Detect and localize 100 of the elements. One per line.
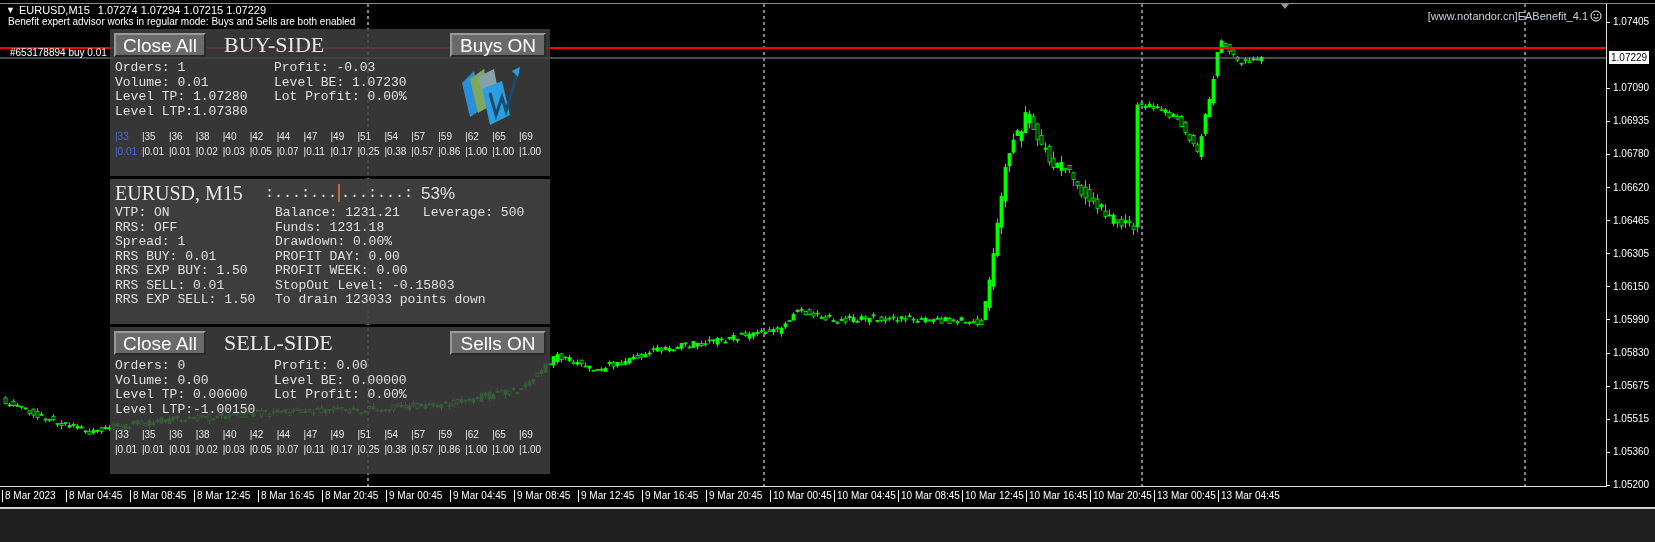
lot-text: |0.05	[249, 443, 272, 457]
step-text: |57	[411, 428, 426, 442]
lot-text: |0.57	[411, 443, 434, 457]
lot-text: |0.25	[357, 145, 380, 159]
lot-text: |1.00	[492, 145, 515, 159]
step-text: |47	[303, 428, 318, 442]
stat-text: Level LTP:1.07380	[115, 104, 249, 119]
lot-text: |0.02	[195, 145, 218, 159]
percent-text: 53%	[421, 184, 456, 202]
lot-text: |1.00	[465, 443, 488, 457]
ohlc-text: 1.07274 1.07294 1.07215 1.07229	[97, 3, 267, 17]
step-text: |42	[249, 428, 264, 442]
stat-text: Volume: 0.00	[115, 373, 210, 388]
time-label: 10 Mar 00:45	[770, 490, 832, 502]
step-text: |62	[465, 130, 479, 144]
stat-text: Profit: 0.00	[274, 359, 369, 374]
lot-text: |0.57	[411, 145, 434, 159]
price-label: 1.05515	[1613, 413, 1650, 426]
order-label: #653178894 buy 0.01	[10, 47, 107, 59]
time-label: 9 Mar 04:45	[450, 490, 507, 502]
lot-text: |0.11	[303, 145, 325, 159]
price-label: 1.07090	[1613, 82, 1650, 95]
step-text: |38	[195, 428, 210, 442]
lot-text: |0.01	[168, 145, 191, 159]
panel-title: BUY-SIDE	[224, 34, 325, 56]
lot-text: |0.03	[222, 145, 245, 159]
progress-text: :...:...	[265, 185, 337, 201]
stat-text: RRS EXP SELL: 1.50	[115, 293, 257, 308]
step-text: |57	[411, 130, 426, 144]
time-label: 10 Mar 08:45	[898, 490, 960, 502]
price-label: 1.06620	[1613, 181, 1650, 194]
price-label: 1.07405	[1613, 16, 1650, 28]
time-label: 9 Mar 16:45	[642, 490, 699, 502]
time-label: 8 Mar 16:45	[258, 490, 315, 502]
step-text: |49	[330, 428, 345, 442]
lot-text: |0.07	[276, 145, 299, 159]
step-text: |33	[115, 130, 129, 144]
buys-toggle-button[interactable]: Buys ON	[450, 33, 546, 57]
step-text: |35	[141, 428, 156, 442]
lot-text: |0.38	[384, 145, 407, 159]
close-all-button[interactable]: Close All	[114, 331, 206, 355]
stat-text: Lot Profit: 0.00%	[274, 388, 407, 403]
stat-text: Lot Profit: 0.00%	[274, 90, 407, 105]
step-text: |69	[519, 428, 533, 442]
lot-text: |1.00	[492, 443, 515, 457]
step-text: |51	[357, 130, 372, 144]
sells-toggle-button[interactable]: Sells ON	[450, 331, 546, 355]
lot-text: |0.86	[438, 145, 461, 159]
step-text: |62	[465, 428, 479, 442]
panel-title: SELL-SIDE	[224, 332, 333, 354]
lot-text: |0.01	[115, 145, 138, 159]
step-text: |40	[222, 130, 237, 144]
stat-text: RRS BUY: 0.01	[115, 249, 218, 264]
time-label: 8 Mar 2023	[2, 490, 56, 502]
step-text: |49	[330, 130, 345, 144]
stat-text: Orders: 0	[115, 359, 187, 374]
price-label: 1.06150	[1613, 280, 1650, 293]
stat-text: Level TP: 1.07280	[115, 90, 249, 105]
lot-text: |0.11	[303, 443, 325, 457]
status-text: Benefit expert advisor works in regular mode: Buys and Sells are both enabled	[8, 16, 356, 28]
stat-text: PROFIT WEEK: 0.00	[275, 264, 408, 279]
stat-text: VTP: ON	[115, 206, 171, 221]
lot-text: |0.07	[276, 443, 299, 457]
step-text: |42	[249, 130, 264, 144]
stat-text: Level BE: 1.07230	[274, 75, 407, 90]
step-text: |65	[492, 428, 506, 442]
lot-text: |0.01	[141, 443, 164, 457]
collapse-arrow[interactable]: ▼	[6, 3, 15, 17]
progress-text: ...:...:	[341, 185, 414, 201]
step-text: |47	[303, 130, 318, 144]
stat-text: Volume: 0.01	[115, 75, 210, 90]
price-label: 1.06780	[1613, 148, 1650, 161]
stat-text: Level BE: 0.00000	[274, 373, 407, 388]
step-text: |38	[195, 130, 210, 144]
price-label: 1.05200	[1613, 479, 1650, 492]
lot-text: |0.05	[249, 145, 272, 159]
step-text: |65	[492, 130, 506, 144]
lot-text: |0.02	[195, 443, 218, 457]
stat-text: Leverage: 500	[422, 206, 525, 221]
stat-text: Orders: 1	[115, 61, 187, 76]
close-all-button[interactable]: Close All	[114, 33, 206, 57]
time-label: 9 Mar 00:45	[386, 490, 443, 502]
current-price-label: 1.07229	[1609, 51, 1650, 64]
lot-text: |0.01	[115, 443, 138, 457]
stat-text: To drain 123033 points down	[275, 293, 486, 308]
price-label: 1.05990	[1613, 313, 1650, 326]
step-text: |54	[384, 130, 399, 144]
price-label: 1.06465	[1613, 214, 1650, 227]
time-label: 13 Mar 00:45	[1154, 490, 1216, 502]
time-label: 8 Mar 12:45	[194, 490, 251, 502]
stat-text: Funds: 1231.18	[275, 220, 385, 235]
price-label: 1.06305	[1613, 247, 1650, 260]
step-text: |54	[384, 428, 399, 442]
lot-text: |0.86	[438, 443, 461, 457]
time-label: 13 Mar 04:45	[1218, 490, 1280, 502]
stat-text: Spread: 1	[115, 235, 187, 250]
stat-text: StopOut Level: -0.15803	[275, 278, 455, 293]
ea-label: [www.notandor.cn]EABenefit_4.1	[1427, 9, 1588, 24]
time-label: 10 Mar 20:45	[1090, 490, 1152, 502]
lot-text: |0.01	[141, 145, 164, 159]
